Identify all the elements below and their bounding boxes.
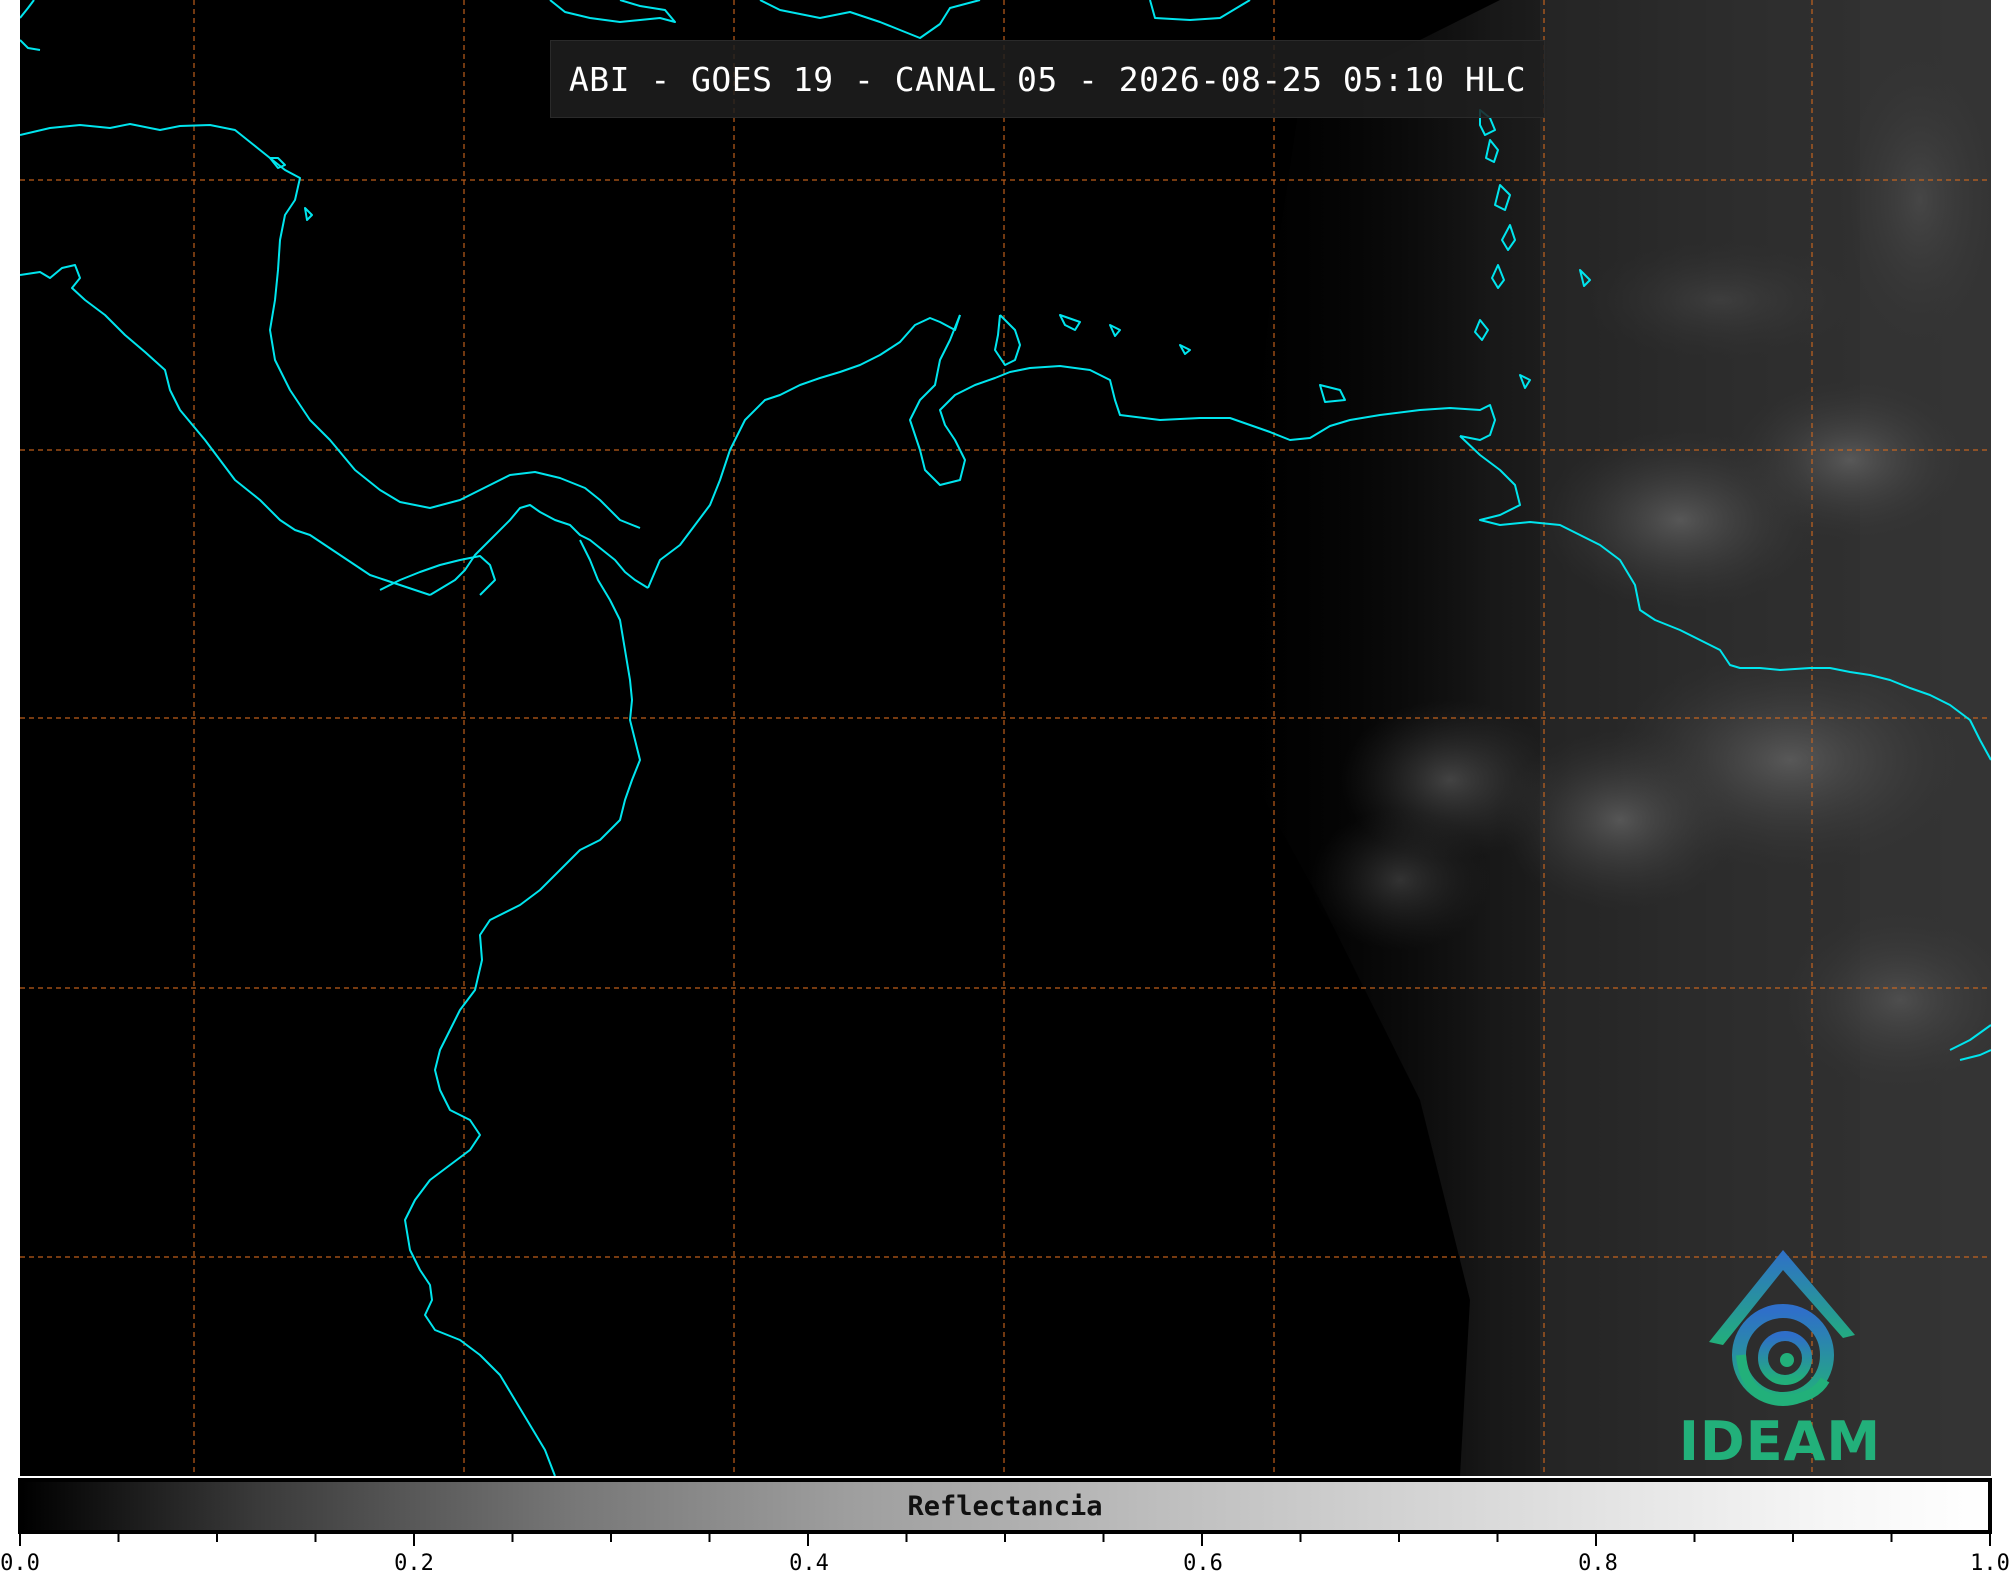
colorbar-ticks xyxy=(19,1534,1991,1546)
map-title: ABI - GOES 19 - CANAL 05 - 2026-08-25 05… xyxy=(568,59,1527,99)
colorbar-tick-label: 1.0 xyxy=(1970,1551,2010,1576)
colorbar-label: Reflectancia xyxy=(907,1490,1103,1522)
colorbar-tick-label: 0.2 xyxy=(394,1551,434,1576)
colorbar: Reflectancia xyxy=(18,1478,1992,1534)
colorbar-tick-label: 0.6 xyxy=(1183,1551,1223,1576)
colorbar-tick-label: 0.8 xyxy=(1578,1551,1618,1576)
colorbar-tick-label: 0.0 xyxy=(0,1551,40,1576)
colorbar-tick-label: 0.4 xyxy=(789,1551,829,1576)
logo-text: IDEAM xyxy=(1678,1410,1882,1473)
title-box: ABI - GOES 19 - CANAL 05 - 2026-08-25 05… xyxy=(550,40,1545,118)
